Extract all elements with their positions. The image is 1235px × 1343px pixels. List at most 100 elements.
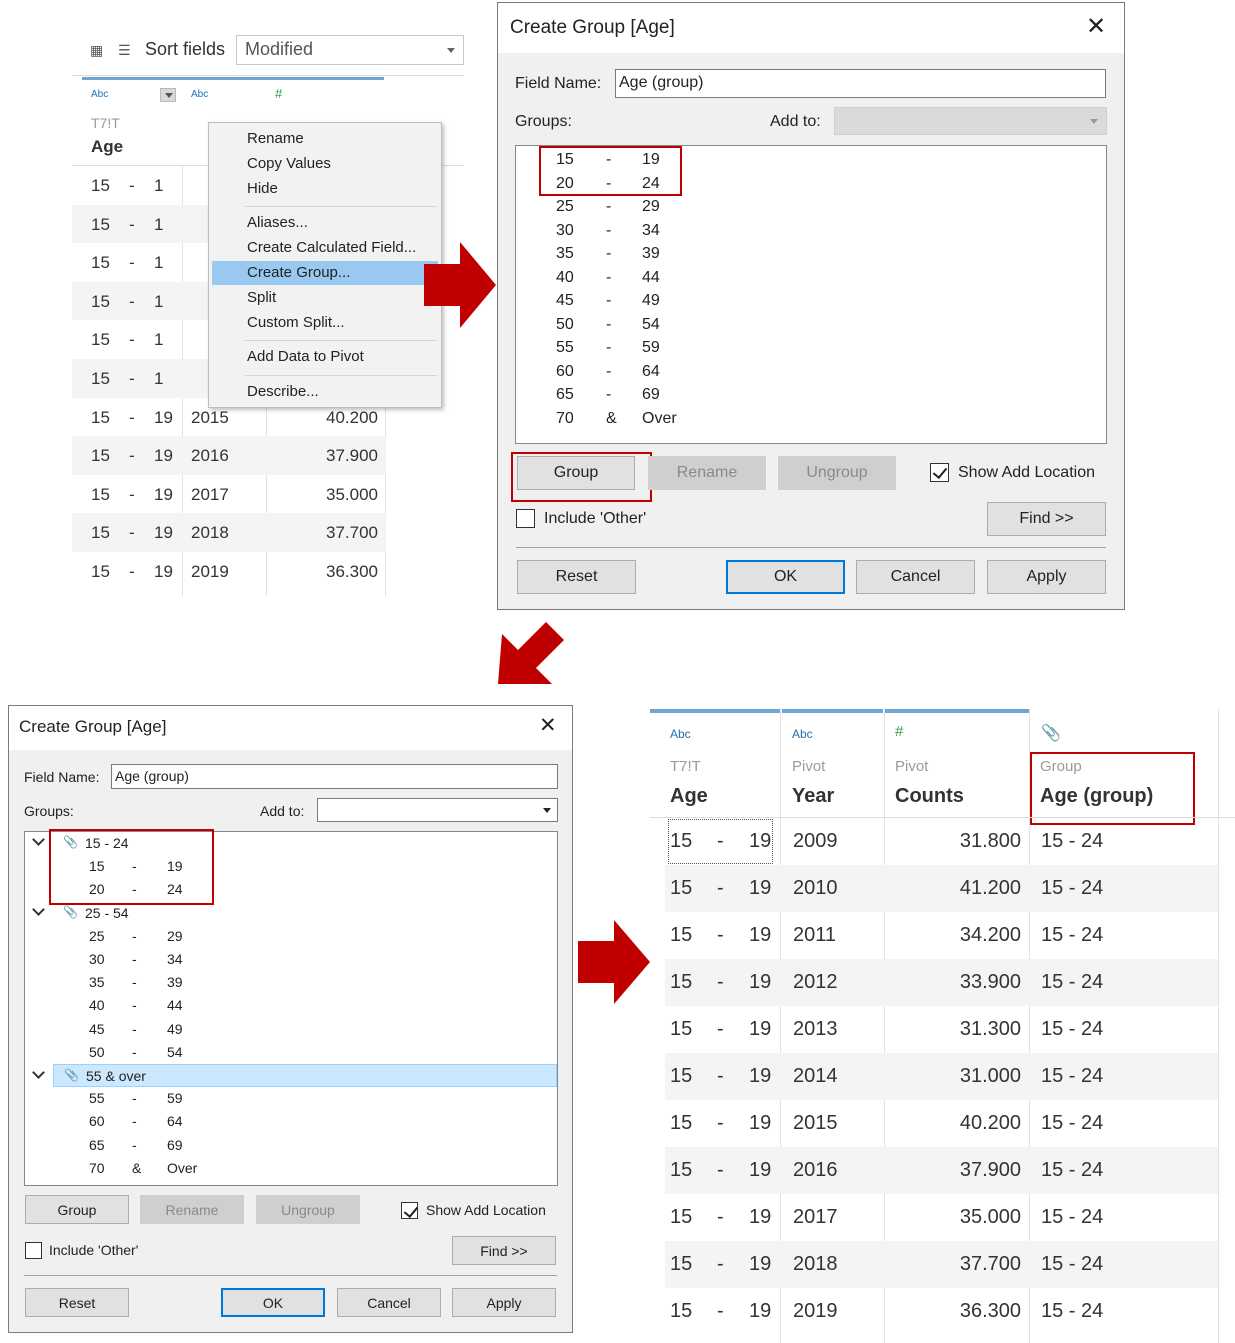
show-add-location-checkbox[interactable] — [401, 1202, 418, 1219]
tree-item-text: 30 — [89, 951, 105, 967]
tree-item[interactable]: 65 - 69 — [25, 1134, 555, 1157]
table-row[interactable]: 15 - 19 2019 15 - 24 36.300 — [665, 1288, 1218, 1335]
list-item[interactable]: 50 - 54 — [556, 314, 756, 337]
find-button[interactable]: Find >> — [452, 1236, 556, 1265]
tree-item[interactable]: 50 - 54 — [25, 1041, 555, 1064]
table-cell: 15 — [91, 523, 110, 543]
menu-item-custom-split[interactable]: Custom Split... — [212, 311, 438, 335]
field-name-value: Age (group) — [115, 768, 189, 784]
apply-button[interactable]: Apply — [987, 560, 1106, 594]
grid-view-icon[interactable]: ▦ — [90, 42, 108, 58]
cancel-button[interactable]: Cancel — [337, 1288, 441, 1317]
find-button[interactable]: Find >> — [987, 502, 1106, 536]
menu-item-create-calculated-field[interactable]: Create Calculated Field... — [212, 236, 438, 260]
ungroup-button[interactable]: Ungroup — [256, 1195, 360, 1224]
menu-item-rename[interactable]: Rename — [212, 127, 438, 151]
tree-item[interactable]: 25 - 29 — [25, 925, 555, 948]
include-other-checkbox[interactable] — [25, 1242, 42, 1259]
include-other-label: Include 'Other' — [49, 1242, 139, 1258]
table-row[interactable]: 15 - 19 2010 15 - 24 41.200 — [665, 865, 1218, 912]
chevron-down-icon[interactable] — [32, 902, 45, 916]
tree-item[interactable]: 35 - 39 — [25, 971, 555, 994]
column-dropdown-button[interactable] — [160, 88, 176, 102]
chevron-down-icon[interactable] — [32, 1066, 45, 1079]
dialog-title: Create Group [Age] — [510, 17, 675, 38]
menu-item-aliases[interactable]: Aliases... — [212, 211, 438, 235]
table-row[interactable]: 15 - 19 2018 15 - 24 37.700 — [665, 1241, 1218, 1288]
list-item[interactable]: 60 - 64 — [556, 361, 756, 384]
add-to-select[interactable] — [834, 107, 1107, 135]
column-header-year[interactable]: Year — [792, 785, 834, 808]
table-cell: 2013 — [793, 1018, 838, 1040]
tree-item[interactable]: 55 - 59 — [25, 1087, 555, 1110]
column-header-age[interactable]: Age — [670, 785, 708, 808]
tree-item[interactable]: 45 - 49 — [25, 1018, 555, 1041]
table-row[interactable]: 15 - 19 2012 15 - 24 33.900 — [665, 959, 1218, 1006]
tree-item-text: - — [132, 1113, 137, 1130]
tree-item-text: 39 — [167, 974, 183, 991]
tree-item[interactable]: 60 - 64 — [25, 1110, 555, 1133]
table-row[interactable]: 15 - 19 2016 15 - 24 37.900 — [665, 1147, 1218, 1194]
tree-group-node[interactable]: 📎 25 - 54 — [25, 902, 555, 925]
table-row[interactable]: 15 - 19 2014 15 - 24 31.000 — [665, 1053, 1218, 1100]
list-item[interactable]: 65 - 69 — [556, 384, 756, 407]
column-header-counts[interactable]: Counts — [895, 785, 964, 808]
ok-button[interactable]: OK — [726, 560, 845, 594]
sort-fields-select[interactable]: Modified — [236, 35, 464, 65]
menu-item-add-data-to-pivot[interactable]: Add Data to Pivot — [212, 345, 438, 369]
table-cell: 15 — [670, 1112, 693, 1134]
list-item[interactable]: 40 - 44 — [556, 267, 756, 290]
list-item[interactable]: 25 - 29 — [556, 196, 756, 219]
list-item[interactable]: 45 - 49 — [556, 290, 756, 313]
chevron-down-icon[interactable] — [32, 833, 45, 846]
reset-button[interactable]: Reset — [25, 1288, 129, 1317]
show-add-location-checkbox[interactable] — [930, 463, 949, 482]
reset-button[interactable]: Reset — [517, 560, 636, 594]
selected-cell[interactable] — [668, 819, 773, 864]
field-name-input[interactable]: Age (group) — [615, 69, 1106, 98]
list-item[interactable]: 35 - 39 — [556, 243, 756, 266]
list-item[interactable]: 30 - 34 — [556, 220, 756, 243]
ungroup-button[interactable]: Ungroup — [778, 456, 896, 490]
close-icon[interactable]: ✕ — [539, 715, 557, 736]
table-row[interactable]: 15 - 19 2013 15 - 24 31.300 — [665, 1006, 1218, 1053]
tree-item-text: 49 — [167, 1020, 183, 1037]
table-row[interactable]: 15-19 2018 37.700 — [72, 513, 386, 552]
list-item-text: - — [606, 268, 612, 286]
table-cell: 15 — [91, 291, 110, 311]
table-cell: 15 - 24 — [1041, 971, 1104, 993]
close-icon[interactable]: ✕ — [1086, 15, 1106, 39]
menu-item-hide[interactable]: Hide — [212, 177, 438, 201]
ok-button[interactable]: OK — [221, 1288, 325, 1317]
menu-item-split[interactable]: Split — [212, 286, 438, 310]
table-cell: - — [129, 446, 135, 466]
apply-button[interactable]: Apply — [452, 1288, 556, 1317]
tree-group-node[interactable]: 📎 55 & over — [53, 1064, 557, 1087]
menu-item-copy-values[interactable]: Copy Values — [212, 152, 438, 176]
table-row[interactable]: 15 - 19 2015 15 - 24 40.200 — [665, 1100, 1218, 1147]
table-row[interactable]: 15 - 19 2017 15 - 24 35.000 — [665, 1194, 1218, 1241]
table-cell-count: 31.800 — [959, 830, 1021, 852]
table-cell: 19 — [749, 1018, 772, 1040]
add-to-select[interactable] — [317, 798, 558, 822]
table-row[interactable]: 15-19 2016 37.900 — [72, 436, 386, 475]
include-other-checkbox[interactable] — [516, 509, 535, 528]
tree-item[interactable]: 70 & Over — [25, 1157, 555, 1180]
list-item[interactable]: 70 & Over — [556, 408, 756, 431]
tree-item-text: - — [132, 1090, 137, 1107]
field-name-input[interactable]: Age (group) — [111, 764, 558, 789]
column-header-age[interactable]: Age — [91, 137, 123, 157]
list-view-icon[interactable]: ☰ — [118, 42, 136, 58]
table-row[interactable]: 15-19 2019 36.300 — [72, 552, 386, 591]
rename-button[interactable]: Rename — [140, 1195, 244, 1224]
table-row[interactable]: 15-19 2017 35.000 — [72, 475, 386, 514]
menu-item-describe[interactable]: Describe... — [212, 380, 438, 404]
tree-item[interactable]: 30 - 34 — [25, 948, 555, 971]
rename-button[interactable]: Rename — [648, 456, 766, 490]
tree-item[interactable]: 40 - 44 — [25, 994, 555, 1017]
menu-item-create-group[interactable]: Create Group... — [212, 261, 438, 285]
cancel-button[interactable]: Cancel — [856, 560, 975, 594]
group-button[interactable]: Group — [25, 1195, 129, 1224]
table-row[interactable]: 15 - 19 2011 15 - 24 34.200 — [665, 912, 1218, 959]
list-item[interactable]: 55 - 59 — [556, 337, 756, 360]
